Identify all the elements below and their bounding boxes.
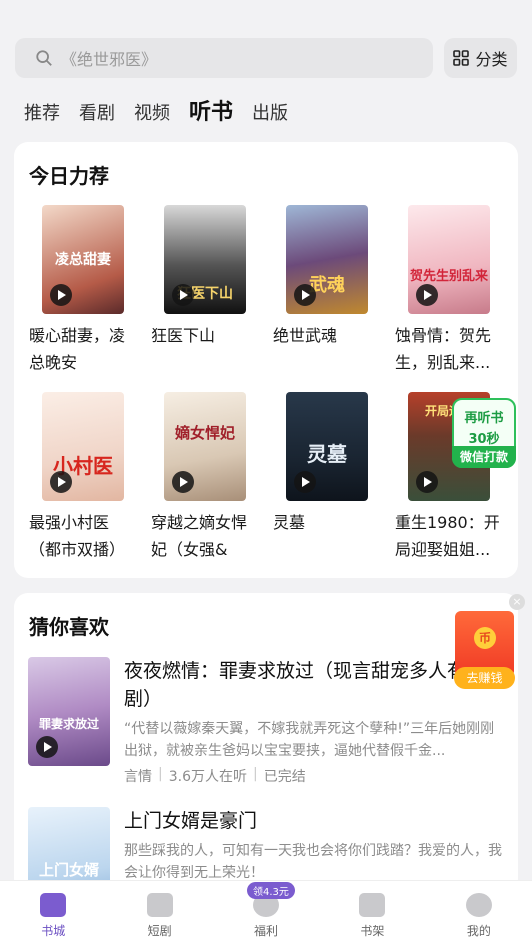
book-cover: 罪妻求放过 bbox=[28, 657, 110, 766]
section-title: 猜你喜欢 bbox=[29, 615, 109, 639]
category-label: 分类 bbox=[475, 50, 508, 69]
play-icon[interactable] bbox=[294, 284, 316, 306]
book-cover: 灵墓 bbox=[286, 392, 368, 501]
nav-bookshelf[interactable]: 书架 bbox=[319, 881, 425, 947]
play-icon[interactable] bbox=[416, 471, 438, 493]
book-title: 蚀骨情：贺先生，别乱来... bbox=[395, 326, 492, 372]
play-icon[interactable] bbox=[50, 471, 72, 493]
play-icon[interactable] bbox=[172, 284, 194, 306]
book-title: 狂医下山 bbox=[151, 326, 216, 345]
book-item[interactable]: 贺先生别乱来 蚀骨情：贺先生，别乱来... bbox=[395, 205, 507, 376]
tab-publish[interactable]: 出版 bbox=[252, 99, 288, 125]
guess-like-card: 猜你喜欢 罪妻求放过 夜夜燃情：罪妻求放过（现言甜宠多人有声剧） “代替以薇嫁秦… bbox=[14, 593, 518, 893]
book-cover: 嫡女悍妃 bbox=[164, 392, 246, 501]
channel-tabs: 推荐 看剧 视频 听书 出版 bbox=[24, 94, 288, 126]
close-icon[interactable]: × bbox=[509, 594, 525, 610]
book-title: 绝世武魂 bbox=[273, 326, 338, 345]
red-packet-widget[interactable]: 币 去赚钱 bbox=[454, 611, 515, 689]
book-cover: 狂医下山 bbox=[164, 205, 246, 314]
genre-tag: 言情 bbox=[124, 769, 152, 785]
tab-audiobook[interactable]: 听书 bbox=[189, 94, 233, 126]
book-title: 上门女婿是豪门 bbox=[124, 810, 258, 832]
search-icon bbox=[36, 50, 52, 66]
tab-video[interactable]: 视频 bbox=[134, 99, 170, 125]
nav-welfare[interactable]: 领4.3元 福利 bbox=[213, 881, 319, 947]
book-desc: 那些踩我的人，可知有一天我也会将你们践踏？我爱的人，我会让你得到无上荣光！ bbox=[124, 843, 502, 881]
book-cover: 贺先生别乱来 bbox=[408, 205, 490, 314]
play-icon[interactable] bbox=[36, 736, 58, 758]
book-meta: 言情 | 3.6万人在听 | 已完结 bbox=[124, 766, 306, 785]
book-cover: 小村医 bbox=[42, 392, 124, 501]
book-cover: 武魂 bbox=[286, 205, 368, 314]
bottom-nav: 书城 短剧 领4.3元 福利 书架 我的 bbox=[0, 880, 532, 947]
reward-pill: 领4.3元 bbox=[247, 882, 295, 899]
book-title: 穿越之嫡女悍妃（女强&宫... bbox=[151, 513, 248, 559]
category-button[interactable]: 分类 bbox=[444, 38, 517, 78]
tab-drama[interactable]: 看剧 bbox=[79, 99, 115, 125]
listen-reward-badge[interactable]: 再听书 30秒 微信打款 bbox=[452, 398, 516, 468]
book-item[interactable]: 凌总甜妻 暖心甜妻，凌总晚安 bbox=[29, 205, 141, 376]
nav-profile[interactable]: 我的 bbox=[426, 881, 532, 947]
nav-bookstore[interactable]: 书城 bbox=[0, 881, 106, 947]
play-icon[interactable] bbox=[294, 471, 316, 493]
nav-short-drama[interactable]: 短剧 bbox=[106, 881, 212, 947]
home-icon bbox=[40, 893, 67, 917]
tab-recommend[interactable]: 推荐 bbox=[24, 99, 60, 125]
list-item[interactable]: 罪妻求放过 夜夜燃情：罪妻求放过（现言甜宠多人有声剧） “代替以薇嫁秦天翼，不嫁… bbox=[28, 657, 504, 786]
today-recommend-card: 今日力荐 凌总甜妻 暖心甜妻，凌总晚安 狂医下山 狂医下山 武魂 绝世武魂 贺先… bbox=[14, 142, 518, 578]
top-bar: 《绝世邪医》 分类 bbox=[15, 38, 517, 78]
search-placeholder: 《绝世邪医》 bbox=[61, 50, 158, 69]
book-cover: 凌总甜妻 bbox=[42, 205, 124, 314]
book-title: 重生1980：开局迎娶姐姐... bbox=[395, 513, 500, 559]
list-body: 夜夜燃情：罪妻求放过（现言甜宠多人有声剧） “代替以薇嫁秦天翼，不嫁我就弄死这个… bbox=[124, 657, 504, 786]
book-desc: “代替以薇嫁秦天翼，不嫁我就弄死这个孽种!”三年后她刚刚出狱，就被亲生爸妈以宝宝… bbox=[124, 721, 495, 759]
play-icon[interactable] bbox=[50, 284, 72, 306]
book-item[interactable]: 武魂 绝世武魂 bbox=[273, 205, 385, 376]
coin-icon: 币 bbox=[474, 627, 496, 649]
book-title: 灵墓 bbox=[273, 513, 306, 532]
avatar-icon bbox=[465, 893, 492, 917]
earn-button[interactable]: 去赚钱 bbox=[454, 667, 515, 689]
book-title: 夜夜燃情：罪妻求放过（现言甜宠多人有声剧） bbox=[124, 660, 486, 710]
book-item[interactable]: 灵墓 灵墓 bbox=[273, 392, 385, 563]
search-input[interactable]: 《绝世邪医》 bbox=[15, 38, 433, 78]
section-title: 今日力荐 bbox=[29, 164, 109, 188]
book-item[interactable]: 嫡女悍妃 穿越之嫡女悍妃（女强&宫... bbox=[151, 392, 263, 563]
status-tag: 已完结 bbox=[263, 769, 306, 785]
play-icon[interactable] bbox=[416, 284, 438, 306]
listeners-count: 3.6万人在听 bbox=[168, 769, 247, 785]
book-title: 最强小村医（都市双播） bbox=[29, 513, 126, 559]
book-title: 暖心甜妻，凌总晚安 bbox=[29, 326, 126, 372]
book-item[interactable]: 狂医下山 狂医下山 bbox=[151, 205, 263, 376]
book-item[interactable]: 小村医 最强小村医（都市双播） bbox=[29, 392, 141, 563]
bookshelf-icon bbox=[359, 893, 386, 917]
play-icon[interactable] bbox=[172, 471, 194, 493]
play-video-icon bbox=[146, 893, 173, 917]
grid-icon bbox=[453, 50, 470, 66]
